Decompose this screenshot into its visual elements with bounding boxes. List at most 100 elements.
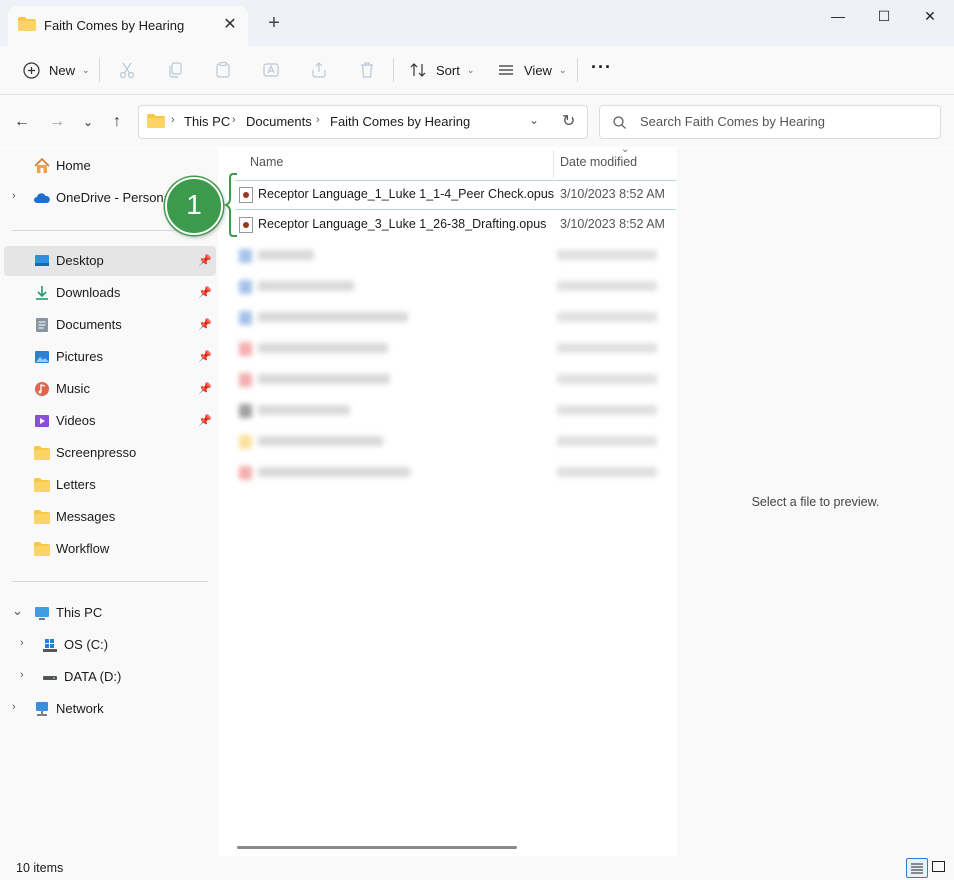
video-icon [35, 415, 49, 427]
tab-title: Faith Comes by Hearing [44, 18, 185, 33]
chevron-right-icon[interactable]: › [316, 114, 320, 126]
status-bar: 10 items [0, 856, 954, 880]
pin-icon[interactable]: 📌 [198, 382, 212, 395]
details-view-icon[interactable] [906, 858, 928, 878]
sidebar-item-messages[interactable]: Messages [4, 502, 216, 532]
close-button[interactable]: ✕ [907, 0, 953, 32]
chevron-right-icon[interactable]: › [171, 114, 175, 126]
chevron-right-icon[interactable]: › [12, 190, 16, 202]
forward-arrow-icon[interactable]: → [46, 111, 68, 133]
sidebar-item-label: This PC [56, 605, 103, 620]
sidebar-item-drive-d[interactable]: › DATA (D:) [4, 662, 216, 692]
redacted-file-row[interactable] [235, 304, 677, 332]
maximize-button[interactable]: ☐ [861, 0, 907, 32]
download-icon [36, 286, 48, 300]
preview-pane: Select a file to preview. [677, 148, 954, 856]
sidebar-item-downloads[interactable]: Downloads 📌 [4, 278, 216, 308]
view-button[interactable]: View ⌄ [495, 57, 567, 83]
refresh-icon[interactable]: ↻ [562, 111, 575, 131]
redacted-file-row[interactable] [235, 397, 677, 425]
onedrive-cloud-icon [34, 193, 50, 203]
chevron-right-icon[interactable]: › [232, 114, 236, 126]
sidebar-item-label: Videos [56, 413, 96, 428]
chevron-down-icon[interactable]: ⌄ [12, 603, 23, 619]
breadcrumb-this-pc[interactable]: This PC [184, 114, 230, 129]
sidebar-item-label: Network [56, 701, 104, 716]
sidebar-item-label: Documents [56, 317, 122, 332]
tiles-view-icon[interactable] [930, 859, 948, 875]
column-header-name[interactable]: Name [250, 155, 283, 169]
sidebar-item-this-pc[interactable]: ⌄ This PC [4, 598, 216, 628]
up-arrow-icon[interactable]: ↑ [106, 111, 128, 133]
divider [99, 58, 100, 82]
item-count: 10 items [16, 861, 64, 875]
folder-icon [147, 114, 165, 128]
sidebar-item-pictures[interactable]: Pictures 📌 [4, 342, 216, 372]
sidebar-item-label: OS (C:) [64, 637, 109, 652]
pin-icon[interactable]: 📌 [198, 254, 212, 267]
copy-icon[interactable] [164, 59, 186, 81]
sidebar-item-music[interactable]: Music 📌 [4, 374, 216, 404]
search-box[interactable]: Search Faith Comes by Hearing [599, 105, 941, 139]
pin-icon[interactable]: 📌 [198, 350, 212, 363]
redacted-file-row[interactable] [235, 273, 677, 301]
column-header-date-modified[interactable]: Date modified [560, 155, 637, 169]
rename-icon[interactable] [260, 59, 282, 81]
chevron-down-icon[interactable]: ⌄ [529, 113, 539, 127]
chevron-down-icon: ⌄ [82, 64, 90, 75]
redacted-file-name [258, 343, 388, 353]
sidebar-item-letters[interactable]: Letters [4, 470, 216, 500]
redacted-file-row[interactable] [235, 459, 677, 487]
sidebar-item-home[interactable]: Home [4, 151, 216, 181]
breadcrumb-current-folder[interactable]: Faith Comes by Hearing [330, 114, 470, 129]
pin-icon[interactable]: 📌 [198, 318, 212, 331]
redacted-file-name [258, 467, 410, 477]
chevron-right-icon[interactable]: › [20, 637, 24, 649]
file-row[interactable]: Receptor Language_1_Luke 1_1-4_Peer Chec… [235, 180, 676, 210]
divider [577, 58, 578, 82]
sidebar-item-documents[interactable]: Documents 📌 [4, 310, 216, 340]
minimize-button[interactable]: — [815, 0, 861, 32]
cut-icon[interactable] [116, 59, 138, 81]
paste-icon[interactable] [212, 59, 234, 81]
file-date: 3/10/2023 8:52 AM [560, 217, 665, 231]
delete-icon[interactable] [356, 59, 378, 81]
sidebar-item-label: Home [56, 158, 91, 173]
redacted-file-row[interactable] [235, 335, 677, 363]
address-bar[interactable]: › This PC › Documents › Faith Comes by H… [138, 105, 588, 139]
sidebar-item-videos[interactable]: Videos 📌 [4, 406, 216, 436]
folder-icon [18, 17, 36, 31]
pin-icon[interactable]: 📌 [198, 286, 212, 299]
redacted-file-row[interactable] [235, 428, 677, 456]
redacted-file-row[interactable] [235, 366, 677, 394]
redacted-file-date [557, 343, 657, 353]
command-bar: New ⌄ Sort ⌄ View ⌄ ··· [0, 46, 954, 95]
tab-close-icon[interactable]: ✕ [218, 13, 242, 37]
file-row[interactable]: Receptor Language_3_Luke 1_26-38_Draftin… [235, 211, 677, 239]
sidebar-item-label: Letters [56, 477, 96, 492]
recent-chevron-icon[interactable]: ⌄ [77, 111, 99, 133]
share-icon[interactable] [308, 59, 330, 81]
more-options-icon[interactable]: ··· [591, 57, 612, 78]
chevron-right-icon[interactable]: › [12, 701, 16, 713]
chevron-down-icon: ⌄ [558, 64, 567, 75]
redacted-file-row[interactable] [235, 242, 677, 270]
sidebar-item-drive-c[interactable]: › OS (C:) [4, 630, 216, 660]
chevron-down-icon: ⌄ [466, 64, 475, 75]
chevron-right-icon[interactable]: › [20, 669, 24, 681]
sidebar-item-screenpresso[interactable]: Screenpresso [4, 438, 216, 468]
sort-button[interactable]: Sort ⌄ [407, 57, 474, 83]
horizontal-scrollbar[interactable] [237, 846, 517, 849]
tab-current[interactable]: Faith Comes by Hearing ✕ [8, 6, 248, 46]
pin-icon[interactable]: 📌 [198, 414, 212, 427]
new-button[interactable]: New ⌄ [20, 57, 90, 83]
sidebar-item-network[interactable]: › Network [4, 694, 216, 724]
breadcrumb-documents[interactable]: Documents [246, 114, 312, 129]
sidebar-item-workflow[interactable]: Workflow [4, 534, 216, 564]
redacted-file-date [557, 281, 657, 291]
back-arrow-icon[interactable]: ← [11, 111, 33, 133]
new-tab-button[interactable]: + [262, 11, 286, 35]
column-divider[interactable] [553, 150, 554, 178]
sidebar-item-desktop[interactable]: Desktop 📌 [4, 246, 216, 276]
picture-icon [35, 351, 49, 363]
